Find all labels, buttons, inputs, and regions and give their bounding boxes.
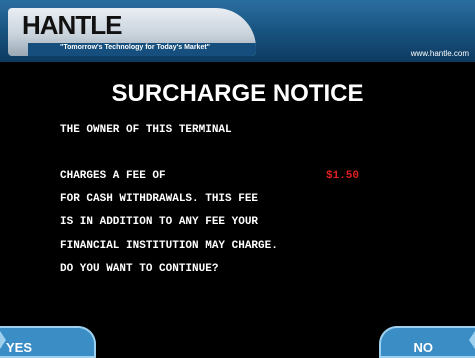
notice-line-5: FINANCIAL INSTITUTION MAY CHARGE. [60,240,278,252]
notice-line-1: THE OWNER OF THIS TERMINAL [60,124,232,136]
atm-screen: HANTLE "Tomorrow's Technology for Today'… [0,0,475,358]
no-button-label: NO [413,340,434,355]
header-bar: HANTLE "Tomorrow's Technology for Today'… [0,0,475,62]
page-title: SURCHARGE NOTICE [111,80,364,107]
notice-line-2: CHARGES A FEE OF [60,170,166,182]
website-url: www.hantle.com [410,49,469,58]
logo-tagline: "Tomorrow's Technology for Today's Marke… [60,44,210,51]
brand-logo: HANTLE "Tomorrow's Technology for Today'… [8,8,256,56]
logo-wordmark: HANTLE [22,10,122,40]
yes-button-label: YES [6,340,33,355]
no-button[interactable]: NO [379,326,475,358]
notice-line-6: DO YOU WANT TO CONTINUE? [60,263,219,275]
notice-line-3: FOR CASH WITHDRAWALS. THIS FEE [60,193,259,205]
fee-amount: $1.50 [326,170,360,182]
notice-line-4: IS IN ADDITION TO ANY FEE YOUR [60,216,259,228]
yes-button[interactable]: YES [0,326,96,358]
no-arrow-icon [469,331,475,349]
yes-arrow-icon [0,331,6,349]
